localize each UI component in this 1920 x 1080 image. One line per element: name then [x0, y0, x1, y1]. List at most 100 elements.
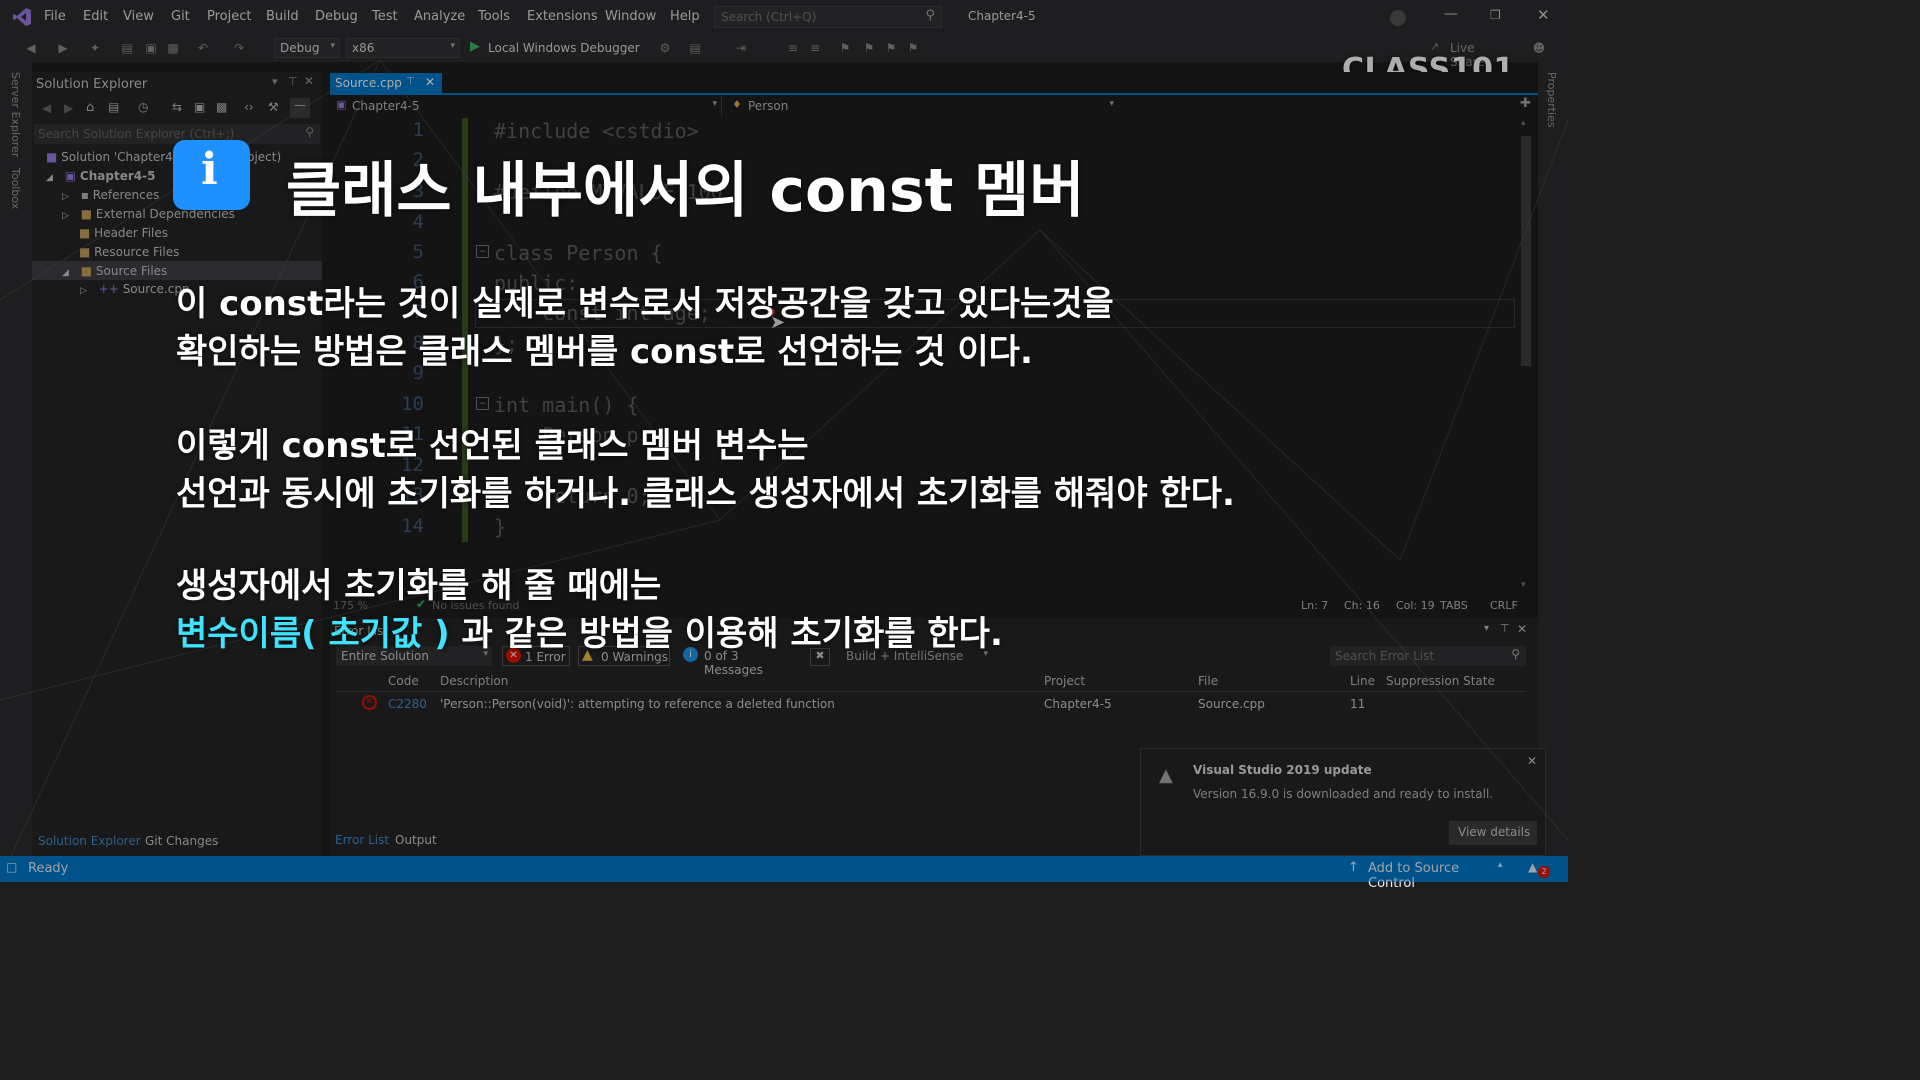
sync-icon[interactable]: ⇆: [172, 100, 182, 114]
source-control-button[interactable]: ↑ Add to Source Control ▴: [1346, 859, 1510, 891]
open-folder-icon[interactable]: ▤: [120, 41, 134, 55]
comment-icon[interactable]: ≡: [786, 41, 800, 55]
code-line[interactable]: class Person {: [494, 241, 663, 265]
tab-source-cpp[interactable]: Source.cpp ⊤ ✕: [330, 73, 442, 93]
show-all-files-icon[interactable]: ▩: [216, 100, 227, 114]
chevron-down-icon[interactable]: ▾: [1484, 623, 1489, 634]
table-row[interactable]: ✕ C2280 'Person::Person(void)': attempti…: [336, 694, 1526, 714]
properties-tab[interactable]: Properties: [1545, 72, 1558, 128]
tab-solution-explorer[interactable]: Solution Explorer: [38, 834, 141, 848]
properties-icon[interactable]: ⚒: [268, 100, 279, 114]
tab-output[interactable]: Output: [395, 833, 437, 847]
pin-icon[interactable]: ▾: [272, 75, 278, 88]
fold-icon[interactable]: –: [476, 397, 489, 410]
error-search-input[interactable]: Search Error List ⚲: [1330, 646, 1526, 666]
code-line[interactable]: }: [494, 515, 506, 539]
back-icon[interactable]: ◀: [42, 101, 51, 115]
home-icon[interactable]: ⌂: [86, 100, 94, 115]
tree-item-source-cpp[interactable]: ▷ ++ Source.cpp: [80, 282, 190, 296]
platform-dropdown[interactable]: x86 ▾: [346, 38, 460, 58]
menu-git[interactable]: Git: [171, 9, 190, 24]
server-explorer-tab[interactable]: Server Explorer: [9, 72, 22, 157]
forward-icon[interactable]: ▶: [64, 101, 73, 115]
menu-extensions[interactable]: Extensions: [527, 9, 598, 24]
menu-view[interactable]: View: [123, 9, 154, 24]
config-dropdown[interactable]: Debug ▾: [274, 38, 340, 58]
scroll-up-icon[interactable]: ▴: [1521, 118, 1526, 128]
vertical-scrollbar[interactable]: ▴ ▾: [1518, 118, 1534, 596]
code-line[interactable]: int main() {: [494, 393, 639, 417]
scroll-down-icon[interactable]: ▾: [1521, 580, 1526, 590]
tab-git-changes[interactable]: Git Changes: [145, 834, 218, 848]
column-header-project[interactable]: Project: [1044, 674, 1085, 688]
close-icon[interactable]: ✕: [1537, 6, 1550, 24]
redo-icon[interactable]: ↷: [232, 41, 246, 55]
close-icon[interactable]: ✕: [1527, 754, 1537, 768]
menu-debug[interactable]: Debug: [315, 9, 358, 24]
pending-changes-icon[interactable]: ◷: [138, 100, 148, 114]
close-icon[interactable]: ✕: [304, 74, 314, 88]
search-box[interactable]: Search (Ctrl+Q) ⚲: [714, 6, 942, 28]
scroll-thumb[interactable]: [1521, 136, 1531, 366]
nav-member-dropdown[interactable]: ♦ Person ▾: [728, 96, 1118, 116]
save-all-icon[interactable]: ▩: [166, 41, 180, 55]
feedback-icon[interactable]: ☻: [1532, 41, 1546, 55]
code-view-icon[interactable]: ‹›: [244, 100, 254, 114]
tabs-indicator[interactable]: TABS: [1440, 599, 1468, 612]
notifications-button[interactable]: ▲ 2: [1528, 860, 1550, 878]
view-details-button[interactable]: View details: [1449, 821, 1537, 845]
nav-scope-dropdown[interactable]: ▣ Chapter4-5 ▾: [332, 96, 722, 116]
pin-icon[interactable]: ⊤: [406, 76, 415, 87]
next-bookmark-icon[interactable]: ⚑: [884, 41, 898, 55]
switch-views-icon[interactable]: ▤: [108, 100, 119, 114]
restore-icon[interactable]: ❐: [1490, 8, 1501, 22]
menu-analyze[interactable]: Analyze: [414, 9, 465, 24]
menu-help[interactable]: Help: [670, 9, 700, 24]
column-header-line[interactable]: Line: [1350, 674, 1375, 688]
close-icon[interactable]: ✕: [425, 75, 435, 89]
column-header-file[interactable]: File: [1198, 674, 1218, 688]
forward-icon[interactable]: ▶: [56, 41, 70, 55]
browse-icon[interactable]: ▤: [688, 41, 702, 55]
avatar[interactable]: [1390, 10, 1406, 26]
tree-item-header-files[interactable]: ■ Header Files: [62, 226, 168, 240]
menu-test[interactable]: Test: [372, 9, 398, 24]
split-icon[interactable]: ✚: [1520, 96, 1531, 111]
prev-bookmark-icon[interactable]: ⚑: [862, 41, 876, 55]
solution-search[interactable]: Search Solution Explorer (Ctrl+;) ⚲: [34, 124, 320, 144]
menu-build[interactable]: Build: [266, 9, 299, 24]
close-icon[interactable]: ✕: [1517, 622, 1527, 636]
column-header-code[interactable]: Code: [388, 674, 419, 688]
new-project-icon[interactable]: ✦: [88, 41, 102, 55]
tab-error-list[interactable]: Error List: [335, 833, 389, 847]
code-line[interactable]: #include <cstdio>: [494, 119, 699, 143]
auto-hide-icon[interactable]: ⊤: [288, 75, 298, 88]
pin-icon[interactable]: ⊤: [1500, 622, 1510, 635]
menu-window[interactable]: Window: [605, 9, 656, 24]
tree-item-references[interactable]: ▷ ▪ References: [62, 188, 159, 202]
uncomment-icon[interactable]: ≡: [808, 41, 822, 55]
bookmark-icon[interactable]: ⚑: [838, 41, 852, 55]
tree-item-project[interactable]: ◢ ▣ Chapter4-5: [46, 169, 155, 183]
clear-bookmark-icon[interactable]: ⚑: [906, 41, 920, 55]
column-header-suppression-state[interactable]: Suppression State: [1386, 674, 1495, 688]
process-icon[interactable]: ⚙: [658, 41, 672, 55]
tree-item-resource-files[interactable]: ■ Resource Files: [62, 245, 179, 259]
vs-logo-icon[interactable]: [12, 7, 32, 27]
back-icon[interactable]: ◀: [24, 41, 38, 55]
menu-project[interactable]: Project: [207, 9, 251, 24]
eol-indicator[interactable]: CRLF: [1490, 599, 1518, 612]
minimize-icon[interactable]: —: [1444, 6, 1458, 22]
menu-edit[interactable]: Edit: [83, 9, 108, 24]
menu-tools[interactable]: Tools: [478, 9, 510, 24]
error-code-link[interactable]: C2280: [388, 697, 427, 711]
menu-file[interactable]: File: [44, 9, 66, 24]
collapse-all-icon[interactable]: ▣: [194, 100, 205, 114]
undo-icon[interactable]: ↶: [196, 41, 210, 55]
toolbox-tab[interactable]: Toolbox: [9, 168, 22, 209]
start-debugging-button[interactable]: ▶ Local Windows Debugger: [468, 38, 646, 58]
fold-icon[interactable]: –: [476, 245, 489, 258]
preview-icon[interactable]: —: [290, 98, 310, 118]
step-icon[interactable]: ⇥: [734, 41, 748, 55]
save-icon[interactable]: ▣: [144, 41, 158, 55]
